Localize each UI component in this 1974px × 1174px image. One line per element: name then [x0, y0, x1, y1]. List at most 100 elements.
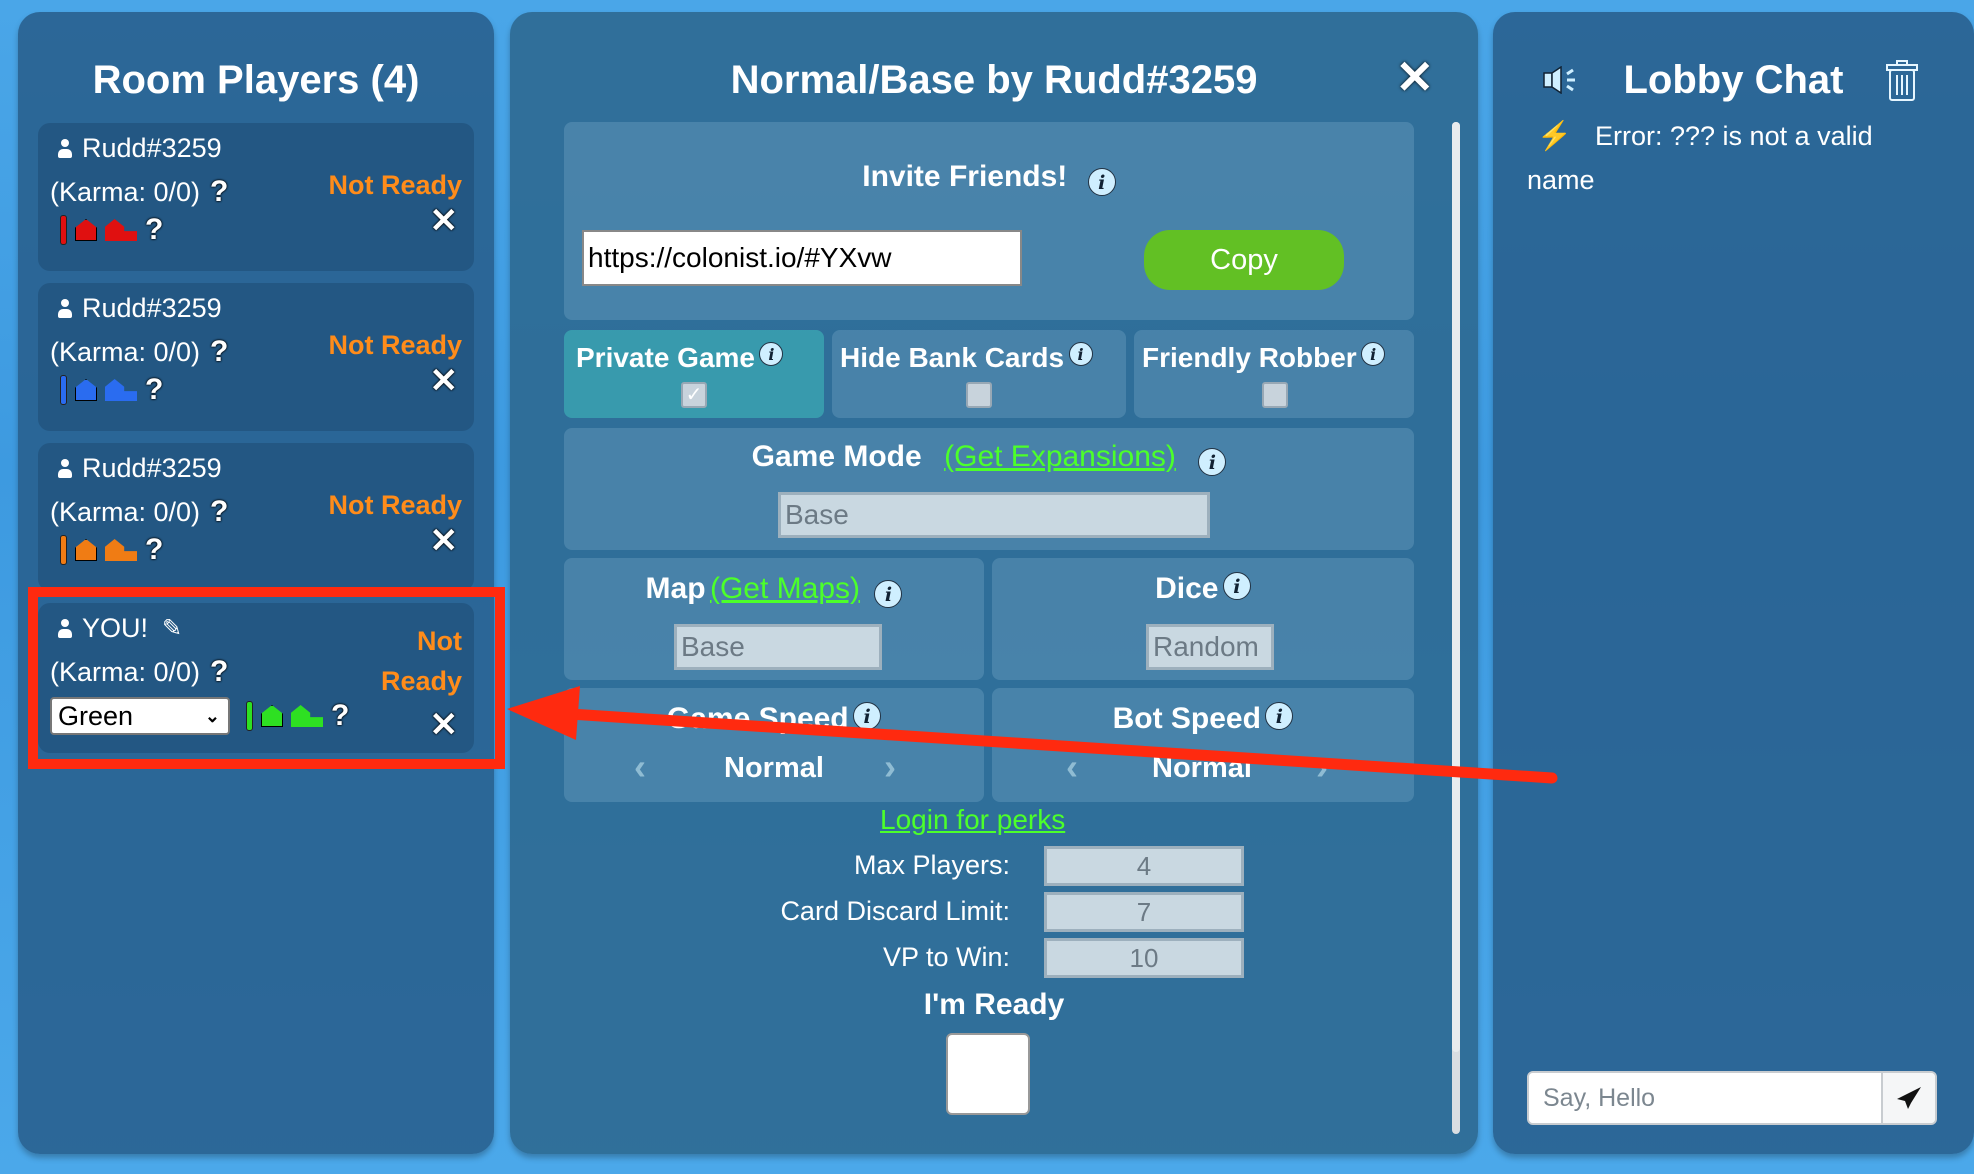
road-icon — [60, 535, 67, 565]
private-game-checkbox[interactable]: ✓ — [681, 382, 707, 408]
scrollbar[interactable] — [1452, 122, 1460, 1134]
game-mode-input[interactable]: Base — [778, 492, 1210, 538]
kick-player-button[interactable]: ✕ — [430, 201, 459, 241]
player-color-pieces: ? — [60, 533, 163, 567]
dice-label: Dice — [1155, 572, 1219, 605]
player-name: Rudd#3259 — [82, 133, 222, 163]
player-color-pieces: ? — [60, 213, 163, 247]
karma-help-icon[interactable]: ? — [210, 335, 228, 368]
player-color-pieces: ? — [60, 373, 163, 407]
paper-plane-icon — [1897, 1087, 1921, 1109]
color-select[interactable]: Green ⌄ — [50, 697, 230, 735]
road-icon — [60, 215, 67, 245]
toggle-friendly-robber[interactable]: Friendly Robber i — [1134, 330, 1414, 418]
city-icon — [105, 219, 137, 241]
trash-icon[interactable] — [1886, 60, 1918, 102]
kick-player-button[interactable]: ✕ — [430, 705, 459, 745]
toggle-hide-bank-cards[interactable]: Hide Bank Cards i — [832, 330, 1126, 418]
info-icon[interactable]: i — [759, 342, 784, 366]
color-help-icon[interactable]: ? — [145, 533, 163, 567]
game-speed-prev-arrow[interactable]: ‹ — [634, 746, 646, 788]
info-icon[interactable]: i — [1068, 342, 1093, 366]
send-button[interactable] — [1881, 1073, 1935, 1123]
karma-help-icon[interactable]: ? — [210, 175, 228, 208]
user-icon — [58, 458, 72, 479]
info-icon[interactable]: i — [1198, 447, 1227, 476]
karma-text: (Karma: 0/0) — [50, 497, 201, 527]
friendly-robber-checkbox[interactable] — [1262, 382, 1288, 408]
login-for-perks-link[interactable]: Login for perks — [880, 804, 1065, 836]
ready-status-line1: Not — [417, 626, 462, 656]
karma-help-icon[interactable]: ? — [210, 495, 228, 528]
invite-url-input[interactable]: https://colonist.io/#YXvw — [582, 230, 1022, 286]
player-card: Rudd#3259 (Karma: 0/0)? ? Not Ready ✕ — [38, 443, 474, 591]
toggle-label: Private Game — [576, 342, 755, 373]
get-maps-link[interactable]: (Get Maps) — [710, 572, 860, 605]
player-name: YOU! — [82, 613, 149, 643]
get-expansions-link[interactable]: (Get Expansions) — [944, 440, 1176, 473]
ready-status: Not Ready — [328, 170, 462, 200]
info-icon[interactable]: i — [1087, 167, 1116, 196]
edit-name-pencil-icon[interactable]: ✎ — [162, 614, 182, 643]
map-label: Map — [645, 572, 706, 605]
karma-text: (Karma: 0/0) — [50, 177, 201, 207]
color-help-icon[interactable]: ? — [331, 699, 349, 733]
vp-to-win-input[interactable]: 10 — [1044, 938, 1244, 978]
lightning-bolt-icon: ⚡ — [1537, 120, 1572, 151]
discard-limit-input[interactable]: 7 — [1044, 892, 1244, 932]
ready-status: Not Ready — [381, 621, 462, 701]
max-players-input[interactable]: 4 — [1044, 846, 1244, 886]
color-help-icon[interactable]: ? — [145, 373, 163, 407]
im-ready-label: I'm Ready — [923, 988, 1065, 1021]
close-button[interactable]: ✕ — [1395, 50, 1434, 104]
ready-status-line2: Ready — [380, 666, 462, 696]
toggle-label: Hide Bank Cards — [840, 342, 1065, 373]
city-icon — [105, 539, 137, 561]
invite-label: Invite Friends! — [862, 160, 1068, 193]
chat-message-text: Error: ??? is not a valid name — [1527, 121, 1873, 195]
chevron-down-icon: ⌄ — [204, 705, 220, 726]
kick-player-button[interactable]: ✕ — [430, 521, 459, 561]
room-players-title: Room Players (4) — [92, 58, 420, 102]
hide-bank-cards-checkbox[interactable] — [966, 382, 992, 408]
user-icon — [58, 138, 72, 159]
kick-player-button[interactable]: ✕ — [430, 361, 459, 401]
chat-input[interactable] — [1529, 1073, 1881, 1123]
color-select-value: Green — [58, 700, 134, 731]
info-icon[interactable]: i — [1222, 572, 1251, 600]
chat-input-group — [1527, 1071, 1937, 1125]
info-icon[interactable]: i — [853, 702, 882, 730]
scrollbar-thumb[interactable] — [1452, 122, 1460, 1052]
copy-button[interactable]: Copy — [1144, 230, 1344, 290]
max-players-label: Max Players: — [853, 850, 1010, 880]
dice-input[interactable]: Random — [1146, 624, 1274, 670]
ready-status: Not Ready — [328, 330, 462, 360]
player-name: Rudd#3259 — [82, 293, 222, 323]
city-icon — [105, 379, 137, 401]
discard-limit-label: Card Discard Limit: — [780, 896, 1010, 926]
im-ready-checkbox[interactable] — [946, 1033, 1030, 1115]
game-settings-title: Normal/Base by Rudd#3259 — [730, 58, 1258, 102]
game-speed-label: Game Speed — [666, 702, 849, 735]
karma-help-icon[interactable]: ? — [210, 655, 228, 688]
city-icon — [291, 705, 323, 727]
toggle-private-game[interactable]: Private Game i ✓ — [564, 330, 824, 418]
map-input[interactable]: Base — [674, 624, 882, 670]
game-mode-label: Game Mode — [751, 440, 922, 473]
karma-text: (Karma: 0/0) — [50, 337, 201, 367]
road-icon — [60, 375, 67, 405]
bot-speed-next-arrow[interactable]: › — [1316, 746, 1328, 788]
settlement-icon — [75, 539, 97, 561]
map-section: Map (Get Maps) i Base — [564, 558, 984, 680]
color-help-icon[interactable]: ? — [145, 213, 163, 247]
bot-speed-label: Bot Speed — [1112, 702, 1261, 735]
info-icon[interactable]: i — [1361, 342, 1386, 366]
info-icon[interactable]: i — [1265, 702, 1294, 730]
settlement-icon — [75, 219, 97, 241]
ready-status: Not Ready — [328, 490, 462, 520]
bot-speed-prev-arrow[interactable]: ‹ — [1066, 746, 1078, 788]
game-speed-next-arrow[interactable]: › — [884, 746, 896, 788]
user-icon — [58, 618, 72, 639]
info-icon[interactable]: i — [874, 579, 903, 608]
chat-message: ⚡ Error: ??? is not a valid name — [1527, 114, 1937, 202]
